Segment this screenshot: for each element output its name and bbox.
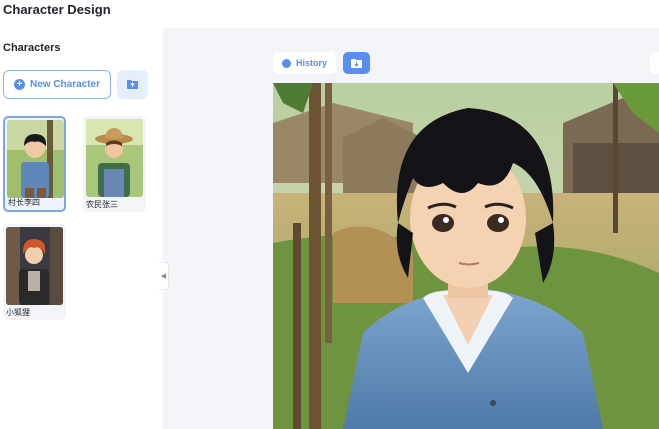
folder-upload-icon — [127, 80, 138, 89]
folder-save-icon — [351, 58, 362, 68]
plus-circle-icon: + — [13, 79, 25, 90]
new-character-button[interactable]: + New Character — [3, 70, 111, 99]
chevron-left-icon: ◀ — [160, 273, 167, 280]
character-card[interactable]: 农民张三 — [83, 116, 146, 212]
history-button[interactable]: History — [273, 52, 336, 74]
import-character-button[interactable] — [117, 70, 148, 99]
history-dot-icon — [281, 58, 291, 68]
sidebar-title: Characters — [3, 42, 61, 54]
save-folder-button[interactable] — [343, 52, 370, 74]
character-name: 农民张三 — [86, 200, 118, 209]
character-thumbnail — [86, 119, 143, 197]
character-name: 小狐狸 — [6, 308, 30, 317]
character-card[interactable]: 村长李四 — [3, 116, 66, 212]
panel-edge-button[interactable] — [650, 52, 659, 74]
new-character-label: New Character — [29, 79, 101, 90]
main-canvas: History — [163, 28, 659, 429]
character-preview-image — [273, 83, 659, 429]
character-thumbnail — [7, 120, 64, 198]
history-label: History — [295, 58, 327, 68]
character-name: 村长李四 — [8, 198, 40, 207]
characters-sidebar: Characters + New Character 村长李四 农民张三 小狐狸 — [0, 28, 163, 429]
character-thumbnail — [6, 227, 63, 305]
app-title: Character Design — [3, 2, 111, 17]
character-card[interactable]: 小狐狸 — [3, 224, 66, 320]
sidebar-collapse-handle[interactable]: ◀ — [159, 262, 169, 290]
top-bar: Character Design — [0, 0, 659, 28]
